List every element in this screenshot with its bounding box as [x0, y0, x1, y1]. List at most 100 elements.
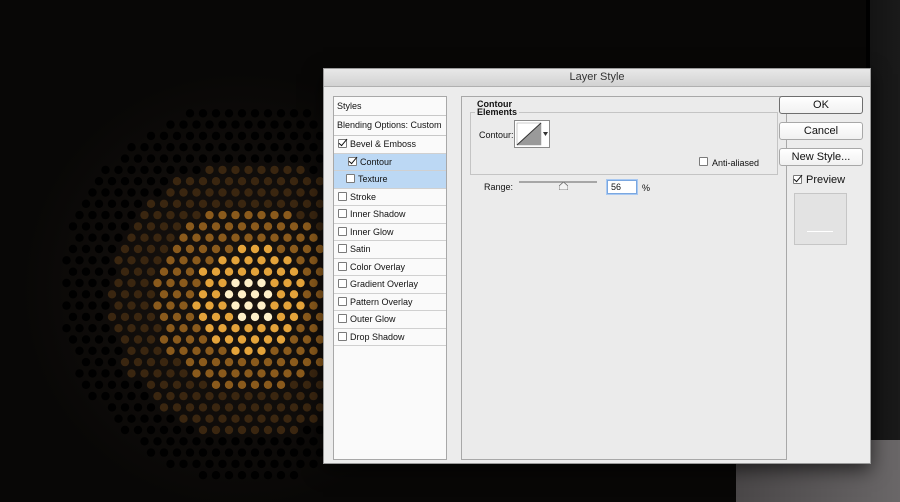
grille-hole — [172, 312, 182, 322]
grille-hole — [237, 312, 247, 322]
grille-hole — [172, 290, 182, 299]
style-item-texture[interactable]: Texture — [334, 171, 446, 189]
preview-checkbox[interactable] — [793, 175, 802, 184]
grille-hole — [250, 448, 260, 457]
grille-hole — [211, 357, 221, 367]
grille-hole — [81, 222, 91, 231]
styles-header[interactable]: Styles — [334, 97, 446, 116]
contour-picker[interactable] — [514, 120, 550, 148]
grille-hole — [276, 177, 286, 186]
grille-hole — [153, 256, 162, 265]
grille-hole — [211, 403, 221, 412]
grille-hole — [263, 244, 273, 254]
grille-hole — [237, 199, 247, 208]
style-item-stroke[interactable]: Stroke — [334, 189, 446, 206]
style-item-checkbox[interactable] — [338, 209, 347, 218]
style-item-checkbox[interactable] — [338, 296, 347, 306]
range-input[interactable]: 56 — [607, 180, 637, 194]
style-item-checkbox[interactable] — [338, 139, 347, 148]
style-item-inner-shadow[interactable]: Inner Shadow — [334, 206, 446, 224]
grille-hole — [185, 131, 195, 141]
grille-hole — [270, 210, 279, 220]
style-item-label: Color Overlay — [350, 261, 406, 272]
grille-hole — [276, 222, 286, 231]
grille-hole — [205, 143, 214, 152]
grille-hole — [88, 256, 97, 265]
style-item-checkbox[interactable] — [346, 174, 355, 183]
grille-hole — [192, 301, 201, 310]
style-item-checkbox[interactable] — [338, 226, 347, 236]
grille-hole — [198, 471, 208, 480]
grille-hole — [309, 324, 318, 333]
grille-hole — [185, 267, 195, 276]
grille-hole — [205, 414, 214, 423]
blending-options-item[interactable]: Blending Options: Custom — [334, 116, 446, 136]
style-item-checkbox[interactable] — [338, 331, 347, 341]
grille-hole — [302, 290, 312, 299]
style-item-drop-shadow[interactable]: Drop Shadow — [334, 329, 446, 346]
grille-hole — [146, 425, 156, 435]
grille-hole — [218, 165, 227, 175]
style-item-bevel-emboss[interactable]: Bevel & Emboss — [334, 136, 446, 154]
grille-hole — [68, 267, 78, 276]
grille-hole — [224, 403, 234, 412]
grille-hole — [185, 312, 195, 322]
grille-hole — [263, 109, 273, 118]
grille-hole — [244, 459, 253, 469]
grille-hole — [179, 324, 188, 333]
grille-hole — [250, 357, 260, 367]
style-item-gradient-overlay[interactable]: Gradient Overlay — [334, 276, 446, 294]
anti-aliased-checkbox[interactable] — [699, 157, 708, 166]
grille-hole — [166, 324, 175, 333]
style-item-inner-glow[interactable]: Inner Glow — [334, 224, 446, 241]
style-item-checkbox[interactable] — [348, 156, 357, 166]
grille-hole — [237, 448, 247, 457]
grille-hole — [153, 301, 162, 310]
style-item-outer-glow[interactable]: Outer Glow — [334, 311, 446, 329]
grille-hole — [309, 188, 318, 197]
grille-hole — [159, 425, 169, 435]
grille-hole — [75, 301, 84, 310]
style-item-checkbox[interactable] — [338, 279, 347, 288]
grille-hole — [211, 425, 221, 435]
grille-hole — [127, 301, 136, 310]
grille-hole — [114, 278, 123, 288]
grille-hole — [270, 120, 279, 129]
range-slider-thumb[interactable] — [558, 182, 568, 190]
grille-hole — [198, 177, 208, 186]
grille-hole — [263, 403, 273, 412]
style-item-checkbox[interactable] — [338, 244, 347, 253]
grille-hole — [192, 346, 201, 355]
style-item-contour[interactable]: Contour — [334, 153, 446, 171]
new-style-button[interactable]: New Style... — [779, 148, 863, 166]
grille-hole — [75, 233, 84, 242]
style-item-pattern-overlay[interactable]: Pattern Overlay — [334, 294, 446, 311]
grille-hole — [179, 120, 188, 129]
grille-hole — [140, 210, 149, 220]
grille-hole — [205, 346, 214, 355]
style-item-checkbox[interactable] — [338, 191, 347, 201]
style-item-satin[interactable]: Satin — [334, 241, 446, 259]
grille-hole — [172, 425, 182, 435]
grille-hole — [211, 290, 221, 299]
style-item-checkbox[interactable] — [338, 314, 347, 323]
grille-hole — [192, 143, 201, 152]
grille-hole — [283, 301, 292, 310]
grille-hole — [296, 233, 305, 242]
grille-hole — [146, 403, 156, 412]
cancel-button[interactable]: Cancel — [779, 122, 863, 140]
grille-hole — [231, 459, 240, 469]
grille-hole — [81, 244, 91, 254]
grille-hole — [127, 414, 136, 423]
style-item-color-overlay[interactable]: Color Overlay — [334, 259, 446, 276]
grille-hole — [302, 312, 312, 322]
grille-hole — [153, 414, 162, 423]
grille-hole — [218, 233, 227, 242]
grille-hole — [309, 459, 318, 469]
grille-hole — [159, 267, 169, 276]
ok-button[interactable]: OK — [779, 96, 863, 114]
grille-hole — [289, 177, 299, 186]
style-item-checkbox[interactable] — [338, 261, 347, 271]
grille-hole — [133, 380, 143, 389]
grille-hole — [250, 154, 260, 163]
